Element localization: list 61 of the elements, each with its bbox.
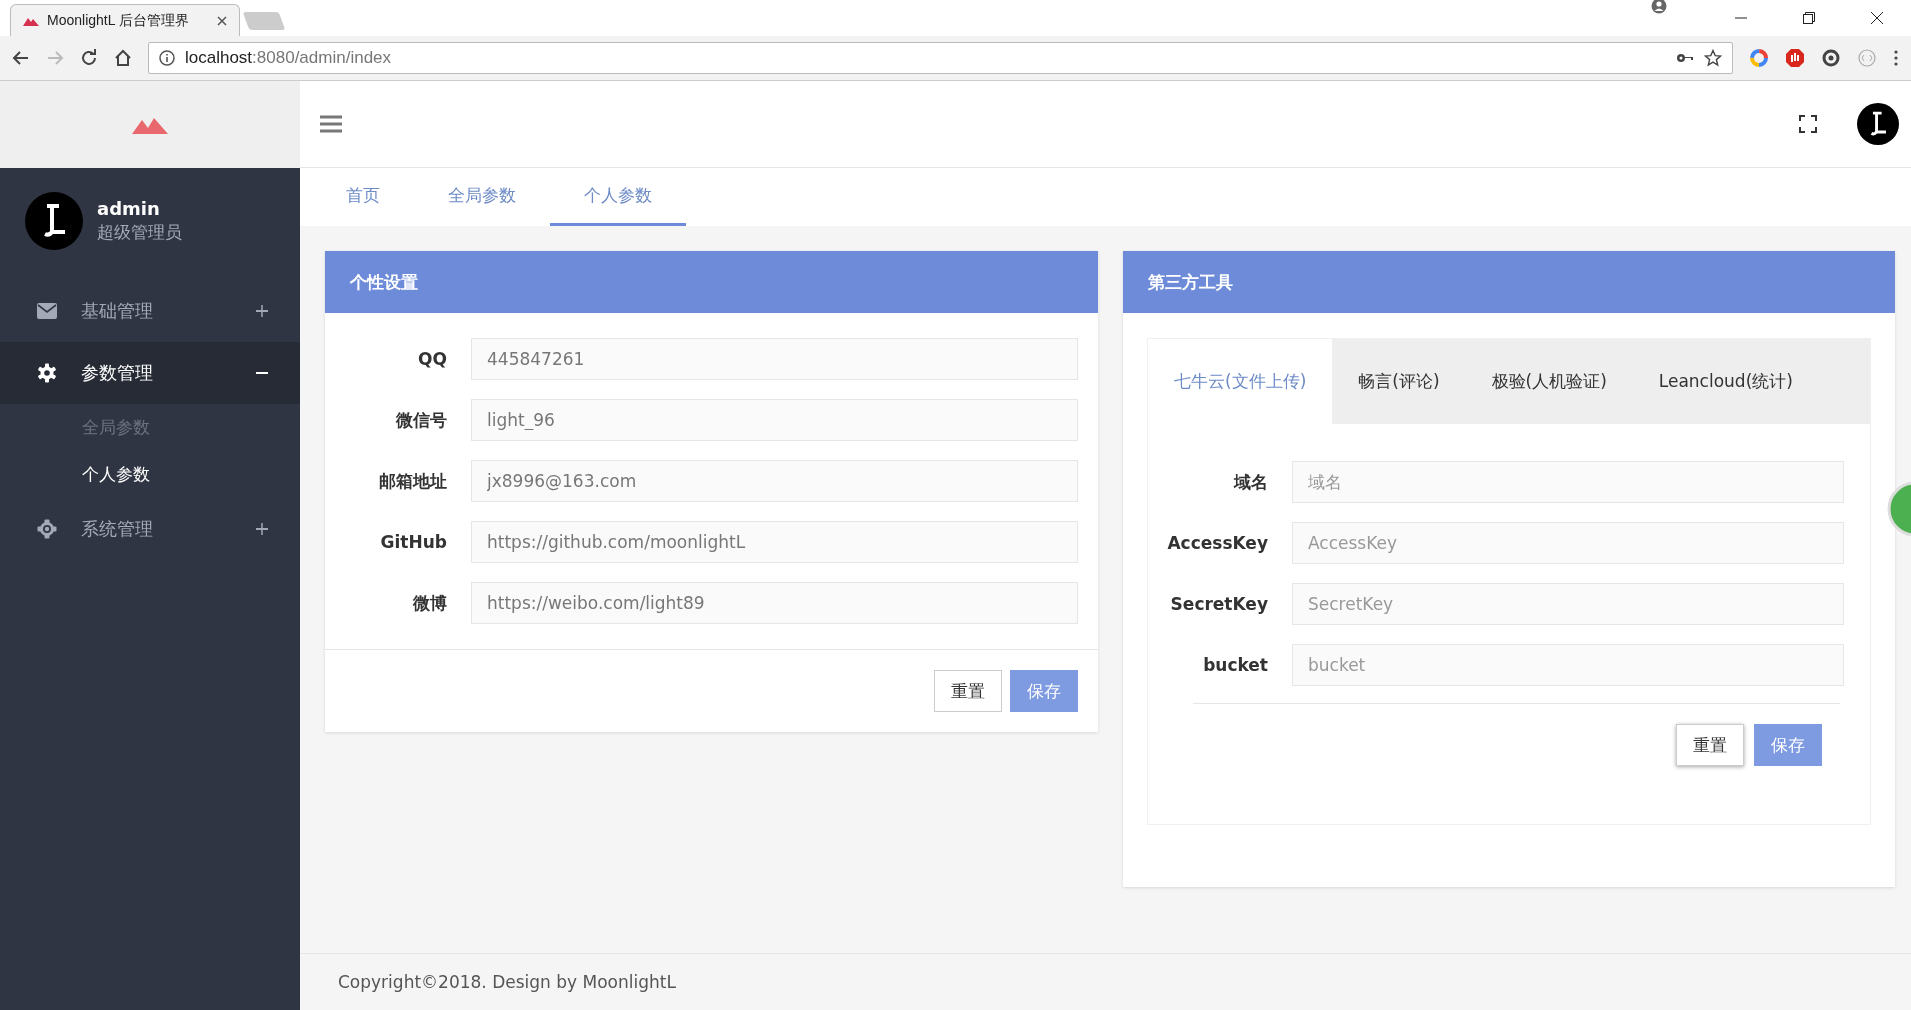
star-icon[interactable] xyxy=(1704,49,1722,67)
menu-item[interactable]: 参数管理 xyxy=(0,342,300,404)
input-field[interactable]: 445847261 xyxy=(471,338,1078,380)
input-field[interactable]: AccessKey xyxy=(1292,522,1844,564)
url-text: localhost:8080/admin/index xyxy=(185,48,392,68)
save-button[interactable]: 保存 xyxy=(1010,670,1078,712)
field-label: bucket xyxy=(1202,655,1268,675)
home-icon[interactable] xyxy=(114,49,132,67)
avatar-icon xyxy=(25,192,83,250)
card-title: 个性设置 xyxy=(325,251,1098,313)
page-tab[interactable]: 个人参数 xyxy=(550,168,686,226)
input-field[interactable]: SecretKey xyxy=(1292,583,1844,625)
submenu-item[interactable]: 全局参数 xyxy=(0,404,300,451)
footer-text: Copyright©2018. Design by MoonlightL xyxy=(338,972,676,992)
input-field[interactable]: jx8996@163.com xyxy=(471,460,1078,502)
info-icon xyxy=(159,50,175,66)
field-label: GitHub xyxy=(379,532,447,552)
profile-icon[interactable] xyxy=(1651,0,1667,14)
address-bar[interactable]: localhost:8080/admin/index xyxy=(148,42,1733,74)
ring-extension-icon[interactable] xyxy=(1749,48,1769,68)
menu-item[interactable]: 基础管理 xyxy=(0,280,300,342)
save-button[interactable]: 保存 xyxy=(1754,724,1822,766)
browser-tab[interactable]: MoonlightL 后台管理界 xyxy=(10,4,240,36)
input-field[interactable]: light_96 xyxy=(471,399,1078,441)
back-icon[interactable] xyxy=(12,49,30,67)
page-tab[interactable]: 全局参数 xyxy=(414,168,550,226)
field-label: 微信号 xyxy=(395,408,447,432)
field-label: SecretKey xyxy=(1169,594,1268,614)
expand-icon[interactable] xyxy=(256,523,268,535)
reload-icon[interactable] xyxy=(80,49,98,67)
more-icon[interactable] xyxy=(1893,49,1899,67)
submenu-item[interactable]: 个人参数 xyxy=(0,451,300,498)
restore-icon[interactable] xyxy=(1803,12,1815,24)
settings-icon xyxy=(37,363,57,383)
expand-icon[interactable] xyxy=(256,305,268,317)
close-icon[interactable] xyxy=(1871,12,1883,24)
key-icon[interactable] xyxy=(1676,52,1694,64)
reset-button[interactable]: 重置 xyxy=(934,670,1002,712)
field-label: QQ xyxy=(417,349,447,369)
fullscreen-icon[interactable] xyxy=(1799,115,1817,133)
page-tab[interactable]: 首页 xyxy=(312,168,414,226)
input-field[interactable]: https://github.com/moonlightL xyxy=(471,521,1078,563)
menu-item[interactable]: 系统管理 xyxy=(0,498,300,560)
gear-icon xyxy=(37,519,57,539)
input-field[interactable]: bucket xyxy=(1292,644,1844,686)
user-name: admin xyxy=(97,198,161,219)
user-role: 超级管理员 xyxy=(97,221,182,244)
tab-title: MoonlightL 后台管理界 xyxy=(47,11,190,30)
field-label: 邮箱地址 xyxy=(378,469,447,493)
card-title: 第三方工具 xyxy=(1123,251,1895,313)
field-label: AccessKey xyxy=(1166,533,1268,553)
avatar-icon[interactable] xyxy=(1857,103,1899,145)
close-icon[interactable] xyxy=(217,15,227,26)
menu-icon[interactable] xyxy=(320,115,342,133)
field-label: 微博 xyxy=(412,591,447,615)
tool-tab[interactable]: 七牛云(文件上传) xyxy=(1148,339,1333,424)
field-label: 域名 xyxy=(1232,470,1268,494)
input-field[interactable]: https://weibo.com/light89 xyxy=(471,582,1078,624)
mail-icon xyxy=(37,303,57,319)
input-field[interactable]: 域名 xyxy=(1292,461,1844,503)
reset-button[interactable]: 重置 xyxy=(1676,724,1744,766)
